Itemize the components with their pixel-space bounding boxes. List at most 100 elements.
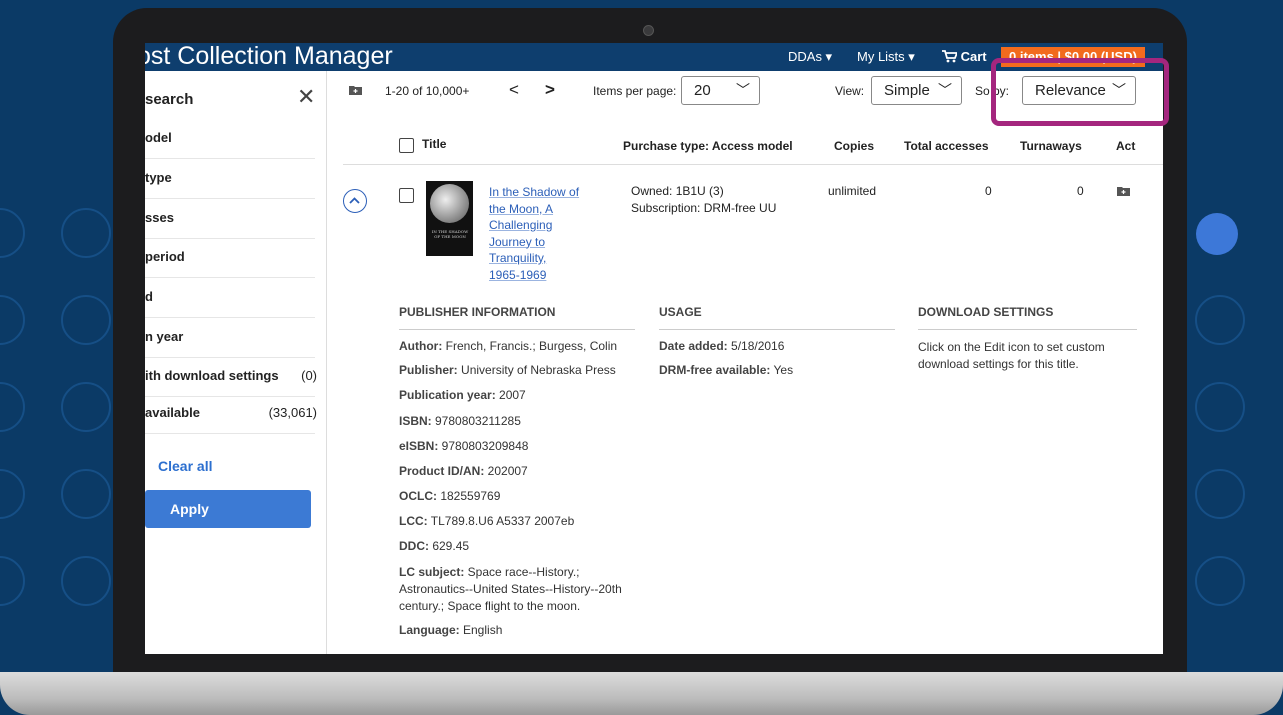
bg-circle	[0, 208, 25, 258]
items-per-page-value: 20	[694, 82, 711, 99]
bg-circle	[61, 556, 111, 606]
nav-my-lists[interactable]: My Lists ▾	[857, 49, 915, 65]
filter-count: (33,061)	[268, 405, 317, 420]
bg-circle	[0, 556, 25, 606]
detail-lcc: LCC: TL789.8.U6 A5337 2007eb	[399, 514, 575, 528]
detail-publication-year: Publication year: 2007	[399, 388, 526, 402]
filter-label: type	[145, 170, 172, 185]
usage-heading: USAGE	[659, 305, 702, 319]
filter-label: ith download settings	[145, 368, 279, 383]
col-total-accesses[interactable]: Total accesses	[904, 139, 989, 153]
download-settings-text: Click on the Edit icon to set custom dow…	[918, 340, 1105, 371]
divider	[399, 329, 635, 330]
bg-circle	[1195, 295, 1245, 345]
turnaways-value: 0	[1077, 184, 1084, 198]
filter-sidebar: search ✕ odel type sses period d n year …	[145, 71, 327, 654]
bg-dot	[1196, 213, 1238, 255]
apply-button[interactable]: Apply	[145, 490, 311, 528]
col-actions: Act	[1116, 139, 1136, 153]
moon-image	[430, 184, 469, 223]
bg-circle	[61, 469, 111, 519]
view-select[interactable]: Simple ﹀	[871, 76, 962, 105]
detail-isbn: ISBN: 9780803211285	[399, 414, 521, 428]
cover-title: IN THE SHADOW OF THE MOON	[431, 229, 469, 239]
detail-product-id: Product ID/AN: 202007	[399, 464, 528, 478]
add-to-folder-icon[interactable]	[1117, 186, 1130, 196]
filter-label: available	[145, 405, 200, 420]
book-title-link[interactable]: In the Shadow of the Moon, A Challenging…	[489, 184, 599, 283]
apply-label: Apply	[170, 501, 209, 517]
filter-item[interactable]: n year	[145, 318, 315, 358]
add-to-folder-icon[interactable]	[349, 85, 362, 95]
col-purchase-type[interactable]: Purchase type: Access model	[623, 139, 793, 153]
total-accesses-value: 0	[985, 184, 992, 198]
laptop-base	[0, 672, 1283, 715]
prev-page-button[interactable]: <	[509, 80, 519, 100]
detail-eisbn: eISBN: 9780803209848	[399, 439, 529, 453]
divider	[918, 329, 1137, 330]
subscription-text: Subscription: DRM-free UU	[631, 201, 777, 215]
bg-circle	[0, 295, 25, 345]
title-line: In the Shadow of	[489, 185, 580, 199]
filter-label: n year	[145, 329, 184, 344]
row-checkbox[interactable]	[399, 188, 414, 203]
app-screen: ost Collection Manager DDAs ▾ My Lists ▾…	[145, 43, 1163, 654]
view-label: View:	[835, 84, 865, 98]
nav-ddas[interactable]: DDAs ▾	[788, 49, 832, 65]
nav-cart[interactable]: Cart	[942, 49, 987, 64]
detail-drm-free: DRM-free available: Yes	[659, 363, 794, 377]
col-turnaways[interactable]: Turnaways	[1020, 139, 1082, 153]
bg-circle	[61, 208, 111, 258]
filter-item[interactable]: period	[145, 238, 315, 278]
filter-label: period	[145, 249, 185, 264]
chevron-down-icon: ﹀	[938, 82, 952, 98]
sidebar-heading: search	[145, 91, 194, 108]
filter-label: odel	[145, 130, 172, 145]
camera-icon	[643, 25, 654, 36]
filter-item[interactable]: type	[145, 159, 315, 199]
cart-icon	[942, 50, 959, 63]
chevron-up-icon	[349, 197, 360, 204]
detail-lc-subject: LC subject: Space race--History.; Astron…	[399, 565, 622, 613]
title-line: the Moon, A	[489, 201, 554, 216]
clear-all-link[interactable]: Clear all	[158, 458, 212, 474]
detail-language: Language: English	[399, 623, 503, 637]
title-line: Journey to	[489, 234, 546, 249]
select-all-checkbox[interactable]	[399, 138, 414, 153]
owned-text: Owned: 1B1U (3)	[631, 184, 724, 198]
download-settings-heading: DOWNLOAD SETTINGS	[918, 305, 1054, 319]
close-icon[interactable]: ✕	[297, 84, 315, 110]
cart-label: Cart	[960, 49, 987, 64]
filter-item[interactable]: available (33,061)	[145, 394, 317, 434]
col-title[interactable]: Title	[422, 137, 446, 151]
filter-label: sses	[145, 210, 174, 225]
bg-circle	[0, 382, 25, 432]
items-per-page-select[interactable]: 20 ﹀	[681, 76, 760, 105]
filter-count: (0)	[301, 368, 317, 383]
filter-item[interactable]: odel	[145, 119, 315, 159]
filter-label: d	[145, 289, 153, 304]
result-range: 1-20 of 10,000+	[385, 84, 470, 98]
filter-item[interactable]: d	[145, 278, 315, 318]
app-title: ost Collection Manager	[145, 43, 393, 70]
title-line: Challenging	[489, 218, 553, 232]
divider	[659, 329, 895, 330]
title-line: 1965-1969	[489, 267, 547, 282]
view-value: Simple	[884, 82, 930, 99]
bg-circle	[0, 469, 25, 519]
detail-oclc: OCLC: 182559769	[399, 489, 501, 503]
detail-publisher: Publisher: University of Nebraska Press	[399, 363, 616, 377]
chevron-down-icon: ﹀	[736, 82, 750, 98]
filter-item[interactable]: ith download settings (0)	[145, 357, 317, 397]
collapse-row-button[interactable]	[343, 189, 367, 213]
bg-circle	[1195, 382, 1245, 432]
col-copies[interactable]: Copies	[834, 139, 874, 153]
next-page-button[interactable]: >	[545, 80, 555, 100]
bg-circle	[61, 382, 111, 432]
book-cover-image[interactable]: IN THE SHADOW OF THE MOON	[426, 181, 473, 256]
detail-date-added: Date added: 5/18/2016	[659, 339, 785, 353]
detail-author: Author: French, Francis.; Burgess, Colin	[399, 339, 618, 353]
detail-ddc: DDC: 629.45	[399, 539, 470, 553]
publisher-info-heading: PUBLISHER INFORMATION	[399, 305, 556, 319]
filter-item[interactable]: sses	[145, 199, 315, 239]
